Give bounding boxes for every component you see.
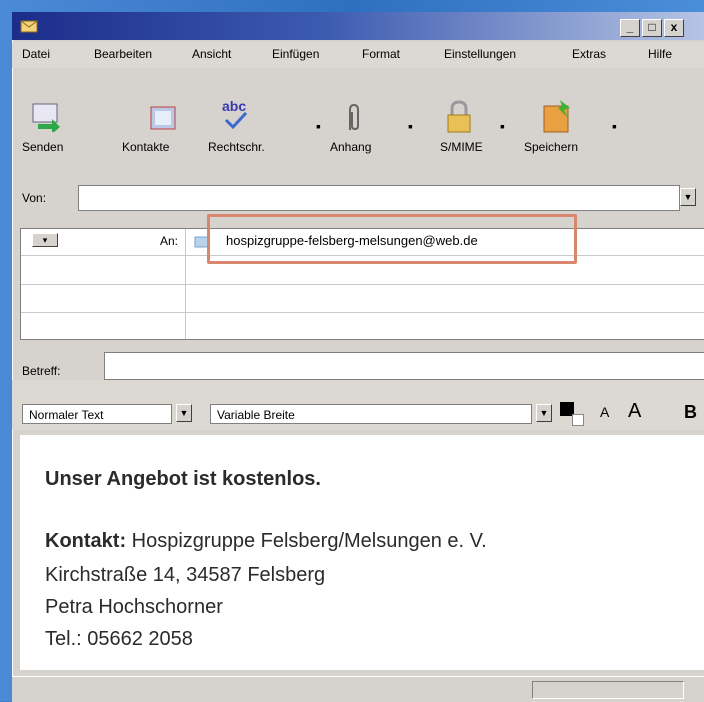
font-value: Variable Breite (217, 408, 295, 422)
maximize-button[interactable]: □ (642, 19, 662, 37)
attachment-dropdown[interactable]: ▪ (408, 118, 413, 134)
menu-bar: Datei Bearbeiten Ansicht Einfügen Format… (12, 42, 704, 68)
body-line-phone: Tel.: 05662 2058 (45, 628, 193, 650)
grid-line (21, 312, 704, 313)
bold-button[interactable]: B (684, 402, 697, 423)
spellcheck-button[interactable]: Rechtschr. (208, 140, 265, 154)
minimize-button[interactable]: _ (620, 19, 640, 37)
menu-ansicht[interactable]: Ansicht (192, 47, 231, 61)
smime-dropdown[interactable]: ▪ (500, 118, 505, 134)
paragraph-style-arrow[interactable]: ▼ (176, 404, 192, 422)
paragraph-style-select[interactable]: Normaler Text (22, 404, 172, 424)
menu-hilfe[interactable]: Hilfe (648, 47, 672, 61)
font-select[interactable]: Variable Breite (210, 404, 532, 424)
menu-extras[interactable]: Extras (572, 47, 606, 61)
save-icon (543, 100, 570, 133)
menu-einstellungen[interactable]: Einstellungen (444, 47, 516, 61)
from-dropdown-arrow[interactable]: ▼ (680, 188, 696, 206)
contacts-button[interactable]: Kontakte (122, 140, 169, 154)
body-line-address: Kirchstraße 14, 34587 Felsberg (45, 564, 326, 586)
body-line-offer: Unser Angebot ist kostenlos. (45, 468, 321, 490)
title-bar: _ □ x (12, 12, 704, 40)
background-color-icon[interactable] (572, 414, 584, 426)
save-button[interactable]: Speichern (524, 140, 578, 154)
grid-line (185, 229, 186, 339)
status-panel (532, 681, 684, 699)
attachment-icon (349, 103, 359, 131)
contacts-icon (150, 106, 176, 130)
recipient-type-dropdown[interactable]: ▾ (32, 233, 58, 247)
highlight-box (207, 214, 577, 264)
attachment-button[interactable]: Anhang (330, 140, 371, 154)
spellcheck-dropdown[interactable]: ▪ (316, 118, 321, 134)
status-bar (12, 676, 704, 702)
font-select-arrow[interactable]: ▼ (536, 404, 552, 422)
save-dropdown[interactable]: ▪ (612, 118, 617, 134)
send-button[interactable]: Senden (22, 140, 63, 154)
menu-format[interactable]: Format (362, 47, 400, 61)
mail-app-icon (20, 20, 38, 33)
menu-datei[interactable]: Datei (22, 47, 50, 61)
send-icon (32, 103, 60, 132)
body-line-contact: Kontakt: Hospizgruppe Felsberg/Melsungen… (45, 530, 487, 553)
body-line-person: Petra Hochschorner (45, 596, 223, 618)
spellcheck-icon: abc (222, 98, 248, 130)
close-button[interactable]: x (664, 19, 684, 37)
from-field[interactable] (78, 185, 680, 211)
contact-label: Kontakt: (45, 530, 127, 552)
smime-button[interactable]: S/MIME (440, 140, 483, 154)
lock-icon (447, 100, 471, 133)
subject-label: Betreff: (22, 364, 61, 378)
subject-field[interactable] (104, 352, 704, 380)
to-label: An: (160, 234, 179, 248)
menu-einfuegen[interactable]: Einfügen (272, 47, 319, 61)
paragraph-style-value: Normaler Text (29, 408, 104, 422)
larger-font-button[interactable]: A (628, 400, 641, 423)
grid-line (21, 284, 704, 285)
from-label: Von: (22, 191, 47, 205)
contact-name: Hospizgruppe Felsberg/Melsungen e. V. (131, 530, 487, 552)
menu-bearbeiten[interactable]: Bearbeiten (94, 47, 152, 61)
smaller-font-button[interactable]: A (600, 404, 609, 420)
